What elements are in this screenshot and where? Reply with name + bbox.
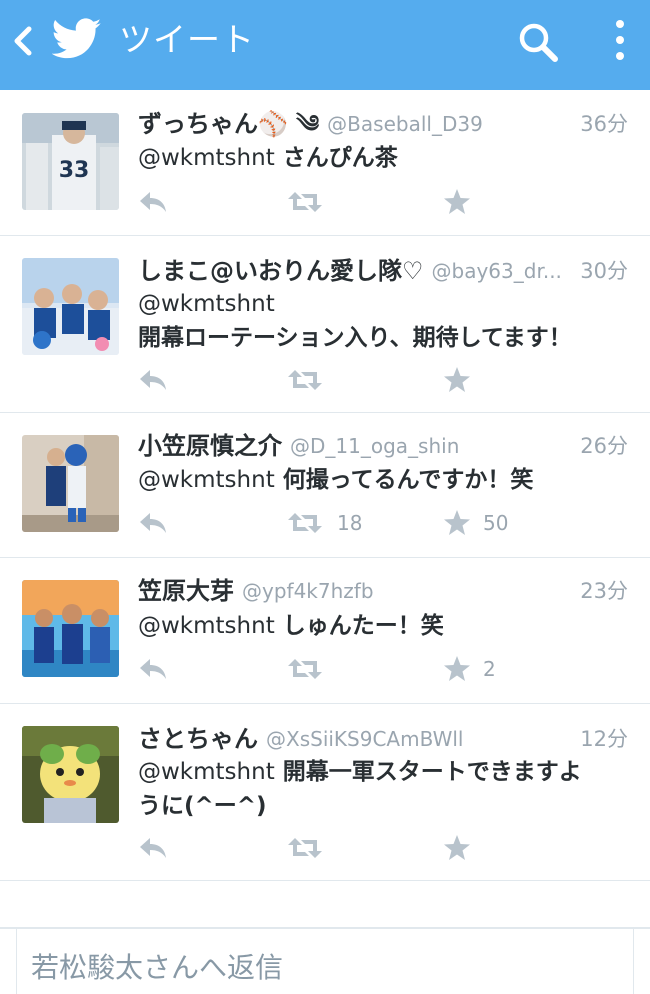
avatar[interactable] <box>22 435 119 532</box>
tweet-item[interactable]: 33 ずっちゃん⚾ ༄ @Baseball_D39 36分 @wkmtshnt さ… <box>0 91 650 236</box>
retweet-button[interactable] <box>287 834 407 862</box>
avatar[interactable] <box>22 726 119 823</box>
tweet-time: 12分 <box>580 727 628 751</box>
star-icon <box>444 835 470 860</box>
overflow-menu-button[interactable] <box>608 16 632 64</box>
star-icon <box>444 510 470 535</box>
tweet-author-handle[interactable]: @ypf4k7hzfb <box>242 579 374 603</box>
svg-text:33: 33 <box>59 158 90 183</box>
reply-button[interactable] <box>138 366 168 394</box>
favorite-count: 50 <box>483 511 509 535</box>
tweet-text: @wkmtshnt さんぴん茶 <box>138 141 628 175</box>
tweet-author-name[interactable]: しまこ@いおりん愛し隊♡ <box>138 257 424 285</box>
search-button[interactable] <box>516 20 560 64</box>
overflow-menu-icon <box>616 20 624 60</box>
reply-button[interactable] <box>138 509 168 537</box>
tweet-mention[interactable]: @wkmtshnt <box>138 291 275 317</box>
retweet-icon <box>288 192 322 212</box>
tweet-actions <box>138 366 558 394</box>
tweet-header: さとちゃん @XsSiiKS9CAmBWll <box>138 722 628 756</box>
retweet-icon <box>288 659 322 679</box>
favorite-button[interactable] <box>443 188 563 216</box>
avatar[interactable]: 33 <box>22 113 119 210</box>
tweet-actions: 18 50 <box>138 509 558 537</box>
twitter-bird-icon <box>51 18 102 60</box>
favorite-button[interactable]: 2 <box>443 655 563 683</box>
tweet-mention[interactable]: @wkmtshnt <box>138 467 275 493</box>
reply-composer: 若松駿太さんへ返信 <box>0 927 650 994</box>
retweet-button[interactable] <box>287 366 407 394</box>
tweet-text: @wkmtshnt 何撮ってるんですか！笑 <box>138 463 628 497</box>
tweet-body: しゅんたー！笑 <box>274 613 444 639</box>
search-icon <box>519 23 558 62</box>
tweet-time: 30分 <box>580 259 628 283</box>
tweet-time: 36分 <box>580 112 628 136</box>
tweet-time: 26分 <box>580 434 628 458</box>
retweet-icon <box>288 370 322 390</box>
tweet-header: 小笠原慎之介 @D_11_oga_shin <box>138 429 628 463</box>
tweet-mention[interactable]: @wkmtshnt <box>138 145 275 171</box>
reply-icon <box>140 838 166 858</box>
star-icon <box>444 367 470 392</box>
tweet-text: @wkmtshnt 開幕ローテーション入り、期待してます！ <box>138 287 628 355</box>
reply-placeholder: 若松駿太さんへ返信 <box>31 951 284 984</box>
tweet-item[interactable]: さとちゃん @XsSiiKS9CAmBWll 12分 @wkmtshnt 開幕一軍… <box>0 704 650 881</box>
tweet-author-handle[interactable]: @bay63_dr... <box>432 259 562 283</box>
avatar[interactable] <box>22 258 119 355</box>
reply-button[interactable] <box>138 655 168 683</box>
tweet-mention[interactable]: @wkmtshnt <box>138 613 275 639</box>
favorite-button[interactable]: 50 <box>443 509 563 537</box>
tweet-body: 開幕一軍スタートできますよ <box>274 759 582 785</box>
page-title: ツイート <box>119 20 255 59</box>
tweet-body-line2: 開幕ローテーション入り、期待してます！ <box>138 325 572 351</box>
star-icon <box>444 189 470 214</box>
favorite-count: 2 <box>483 657 496 681</box>
reply-icon <box>140 659 166 679</box>
star-icon <box>444 656 470 681</box>
tweet-actions <box>138 188 558 216</box>
retweet-count: 18 <box>337 511 363 535</box>
tweet-header: ずっちゃん⚾ ༄ @Baseball_D39 <box>138 107 628 141</box>
reply-button[interactable] <box>138 188 168 216</box>
tweet-item[interactable]: しまこ@いおりん愛し隊♡ @bay63_dr... 30分 @wkmtshnt 開幕… <box>0 236 650 413</box>
tweet-item[interactable]: 小笠原慎之介 @D_11_oga_shin 26分 @wkmtshnt 何撮ってる… <box>0 413 650 558</box>
tweet-header: 笠原大芽 @ypf4k7hzfb <box>138 574 628 608</box>
retweet-icon <box>288 513 322 533</box>
tweet-body: 何撮ってるんですか！笑 <box>274 467 534 493</box>
back-button[interactable] <box>10 24 36 58</box>
retweet-button[interactable] <box>287 188 407 216</box>
retweet-icon <box>288 838 322 858</box>
tweet-time: 23分 <box>580 579 628 603</box>
retweet-button[interactable] <box>287 655 407 683</box>
app-header: ツイート <box>0 0 650 90</box>
avatar[interactable] <box>22 580 119 677</box>
tweet-author-name[interactable]: 笠原大芽 <box>138 577 234 605</box>
tweet-body-line2: うに(^ー^) <box>138 793 267 819</box>
tweet-actions: 2 <box>138 655 558 683</box>
reply-button[interactable] <box>138 834 168 862</box>
favorite-button[interactable] <box>443 834 563 862</box>
favorite-button[interactable] <box>443 366 563 394</box>
tweet-item[interactable]: 笠原大芽 @ypf4k7hzfb 23分 @wkmtshnt しゅんたー！笑 2 <box>0 558 650 704</box>
tweet-author-name[interactable]: 小笠原慎之介 <box>138 432 282 460</box>
tweet-actions <box>138 834 558 862</box>
tweet-author-handle[interactable]: @D_11_oga_shin <box>290 434 459 458</box>
tweet-text: @wkmtshnt 開幕一軍スタートできますよ うに(^ー^) <box>138 755 628 823</box>
tweet-text: @wkmtshnt しゅんたー！笑 <box>138 609 628 643</box>
reply-icon <box>140 370 166 390</box>
tweet-body: さんぴん茶 <box>274 145 398 171</box>
tweet-author-handle[interactable]: @Baseball_D39 <box>327 112 483 136</box>
tweet-author-name[interactable]: ずっちゃん⚾ ༄ <box>138 110 319 138</box>
tweet-author-name[interactable]: さとちゃん <box>138 725 258 753</box>
reply-icon <box>140 513 166 533</box>
tweet-header: しまこ@いおりん愛し隊♡ @bay63_dr... <box>138 254 628 288</box>
reply-icon <box>140 192 166 212</box>
retweet-button[interactable]: 18 <box>287 509 407 537</box>
reply-input[interactable]: 若松駿太さんへ返信 <box>16 929 634 994</box>
chevron-left-icon <box>14 26 32 56</box>
tweet-author-handle[interactable]: @XsSiiKS9CAmBWll <box>266 727 464 751</box>
tweet-mention[interactable]: @wkmtshnt <box>138 759 275 785</box>
